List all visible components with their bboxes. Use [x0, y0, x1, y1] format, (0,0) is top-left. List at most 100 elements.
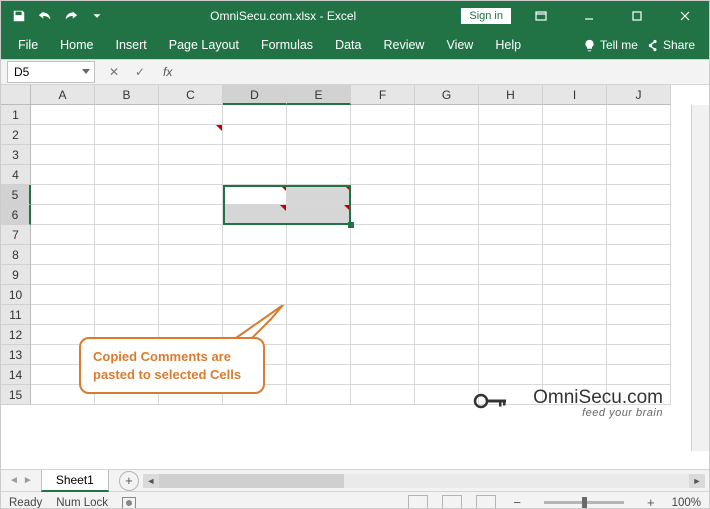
ribbon-display-options-icon[interactable]: [523, 1, 559, 31]
cell-G7[interactable]: [415, 225, 479, 245]
tab-formulas[interactable]: Formulas: [250, 31, 324, 59]
cell-J12[interactable]: [607, 325, 671, 345]
cell-G10[interactable]: [415, 285, 479, 305]
cell-I13[interactable]: [543, 345, 607, 365]
redo-icon[interactable]: [63, 8, 79, 24]
cell-E11[interactable]: [287, 305, 351, 325]
cell-J7[interactable]: [607, 225, 671, 245]
cell-A8[interactable]: [31, 245, 95, 265]
col-header-H[interactable]: H: [479, 85, 543, 105]
tab-help[interactable]: Help: [484, 31, 532, 59]
row-header-11[interactable]: 11: [1, 305, 31, 325]
cell-H8[interactable]: [479, 245, 543, 265]
cell-G6[interactable]: [415, 205, 479, 225]
cell-F13[interactable]: [351, 345, 415, 365]
formula-input[interactable]: [178, 61, 709, 83]
row-header-13[interactable]: 13: [1, 345, 31, 365]
cell-H3[interactable]: [479, 145, 543, 165]
col-header-F[interactable]: F: [351, 85, 415, 105]
cell-F9[interactable]: [351, 265, 415, 285]
cell-J3[interactable]: [607, 145, 671, 165]
cell-A7[interactable]: [31, 225, 95, 245]
cell-J14[interactable]: [607, 365, 671, 385]
cell-F2[interactable]: [351, 125, 415, 145]
cell-B9[interactable]: [95, 265, 159, 285]
cell-A6[interactable]: [31, 205, 95, 225]
cell-D5[interactable]: [223, 185, 287, 205]
cell-F3[interactable]: [351, 145, 415, 165]
cell-A5[interactable]: [31, 185, 95, 205]
cell-H4[interactable]: [479, 165, 543, 185]
cell-E1[interactable]: [287, 105, 351, 125]
scroll-right-icon[interactable]: ►: [689, 474, 705, 488]
cell-I14[interactable]: [543, 365, 607, 385]
cell-E8[interactable]: [287, 245, 351, 265]
tab-file[interactable]: File: [7, 31, 49, 59]
cell-F15[interactable]: [351, 385, 415, 405]
cell-D1[interactable]: [223, 105, 287, 125]
row-header-3[interactable]: 3: [1, 145, 31, 165]
cancel-formula-icon[interactable]: ✕: [105, 65, 123, 80]
cell-B10[interactable]: [95, 285, 159, 305]
cell-I4[interactable]: [543, 165, 607, 185]
cell-D7[interactable]: [223, 225, 287, 245]
cell-G13[interactable]: [415, 345, 479, 365]
cell-B3[interactable]: [95, 145, 159, 165]
cell-C7[interactable]: [159, 225, 223, 245]
cell-A4[interactable]: [31, 165, 95, 185]
cell-F1[interactable]: [351, 105, 415, 125]
row-header-12[interactable]: 12: [1, 325, 31, 345]
cell-H7[interactable]: [479, 225, 543, 245]
cell-C11[interactable]: [159, 305, 223, 325]
name-box[interactable]: D5: [7, 61, 95, 83]
cell-A11[interactable]: [31, 305, 95, 325]
cell-I12[interactable]: [543, 325, 607, 345]
cell-C8[interactable]: [159, 245, 223, 265]
col-header-A[interactable]: A: [31, 85, 95, 105]
cell-F14[interactable]: [351, 365, 415, 385]
cell-G12[interactable]: [415, 325, 479, 345]
cell-I2[interactable]: [543, 125, 607, 145]
cell-B7[interactable]: [95, 225, 159, 245]
row-header-5[interactable]: 5: [1, 185, 31, 205]
cell-H1[interactable]: [479, 105, 543, 125]
row-header-8[interactable]: 8: [1, 245, 31, 265]
cell-G5[interactable]: [415, 185, 479, 205]
chevron-down-icon[interactable]: [82, 69, 90, 74]
cell-H14[interactable]: [479, 365, 543, 385]
cell-D10[interactable]: [223, 285, 287, 305]
cell-I7[interactable]: [543, 225, 607, 245]
view-page-layout-button[interactable]: [442, 495, 462, 509]
minimize-button[interactable]: [571, 1, 607, 31]
new-sheet-button[interactable]: +: [119, 471, 139, 491]
view-normal-button[interactable]: [408, 495, 428, 509]
cell-A1[interactable]: [31, 105, 95, 125]
cell-D4[interactable]: [223, 165, 287, 185]
cell-H10[interactable]: [479, 285, 543, 305]
row-header-10[interactable]: 10: [1, 285, 31, 305]
sheet-tab-sheet1[interactable]: Sheet1: [41, 470, 109, 492]
cell-G3[interactable]: [415, 145, 479, 165]
cell-D8[interactable]: [223, 245, 287, 265]
cell-F6[interactable]: [351, 205, 415, 225]
cell-I10[interactable]: [543, 285, 607, 305]
cell-F8[interactable]: [351, 245, 415, 265]
cell-H11[interactable]: [479, 305, 543, 325]
cell-H6[interactable]: [479, 205, 543, 225]
cell-F5[interactable]: [351, 185, 415, 205]
cell-A2[interactable]: [31, 125, 95, 145]
cell-E15[interactable]: [287, 385, 351, 405]
row-header-14[interactable]: 14: [1, 365, 31, 385]
close-button[interactable]: [667, 1, 703, 31]
cell-C5[interactable]: [159, 185, 223, 205]
row-header-6[interactable]: 6: [1, 205, 31, 225]
signin-button[interactable]: Sign in: [461, 8, 511, 24]
sheet-next-icon[interactable]: ►: [23, 475, 33, 486]
cell-D9[interactable]: [223, 265, 287, 285]
cell-I9[interactable]: [543, 265, 607, 285]
row-header-1[interactable]: 1: [1, 105, 31, 125]
zoom-out-button[interactable]: −: [510, 495, 524, 509]
worksheet-grid[interactable]: ABCDEFGHIJ 123456789101112131415 Copied …: [1, 85, 709, 469]
cell-E9[interactable]: [287, 265, 351, 285]
cell-B8[interactable]: [95, 245, 159, 265]
